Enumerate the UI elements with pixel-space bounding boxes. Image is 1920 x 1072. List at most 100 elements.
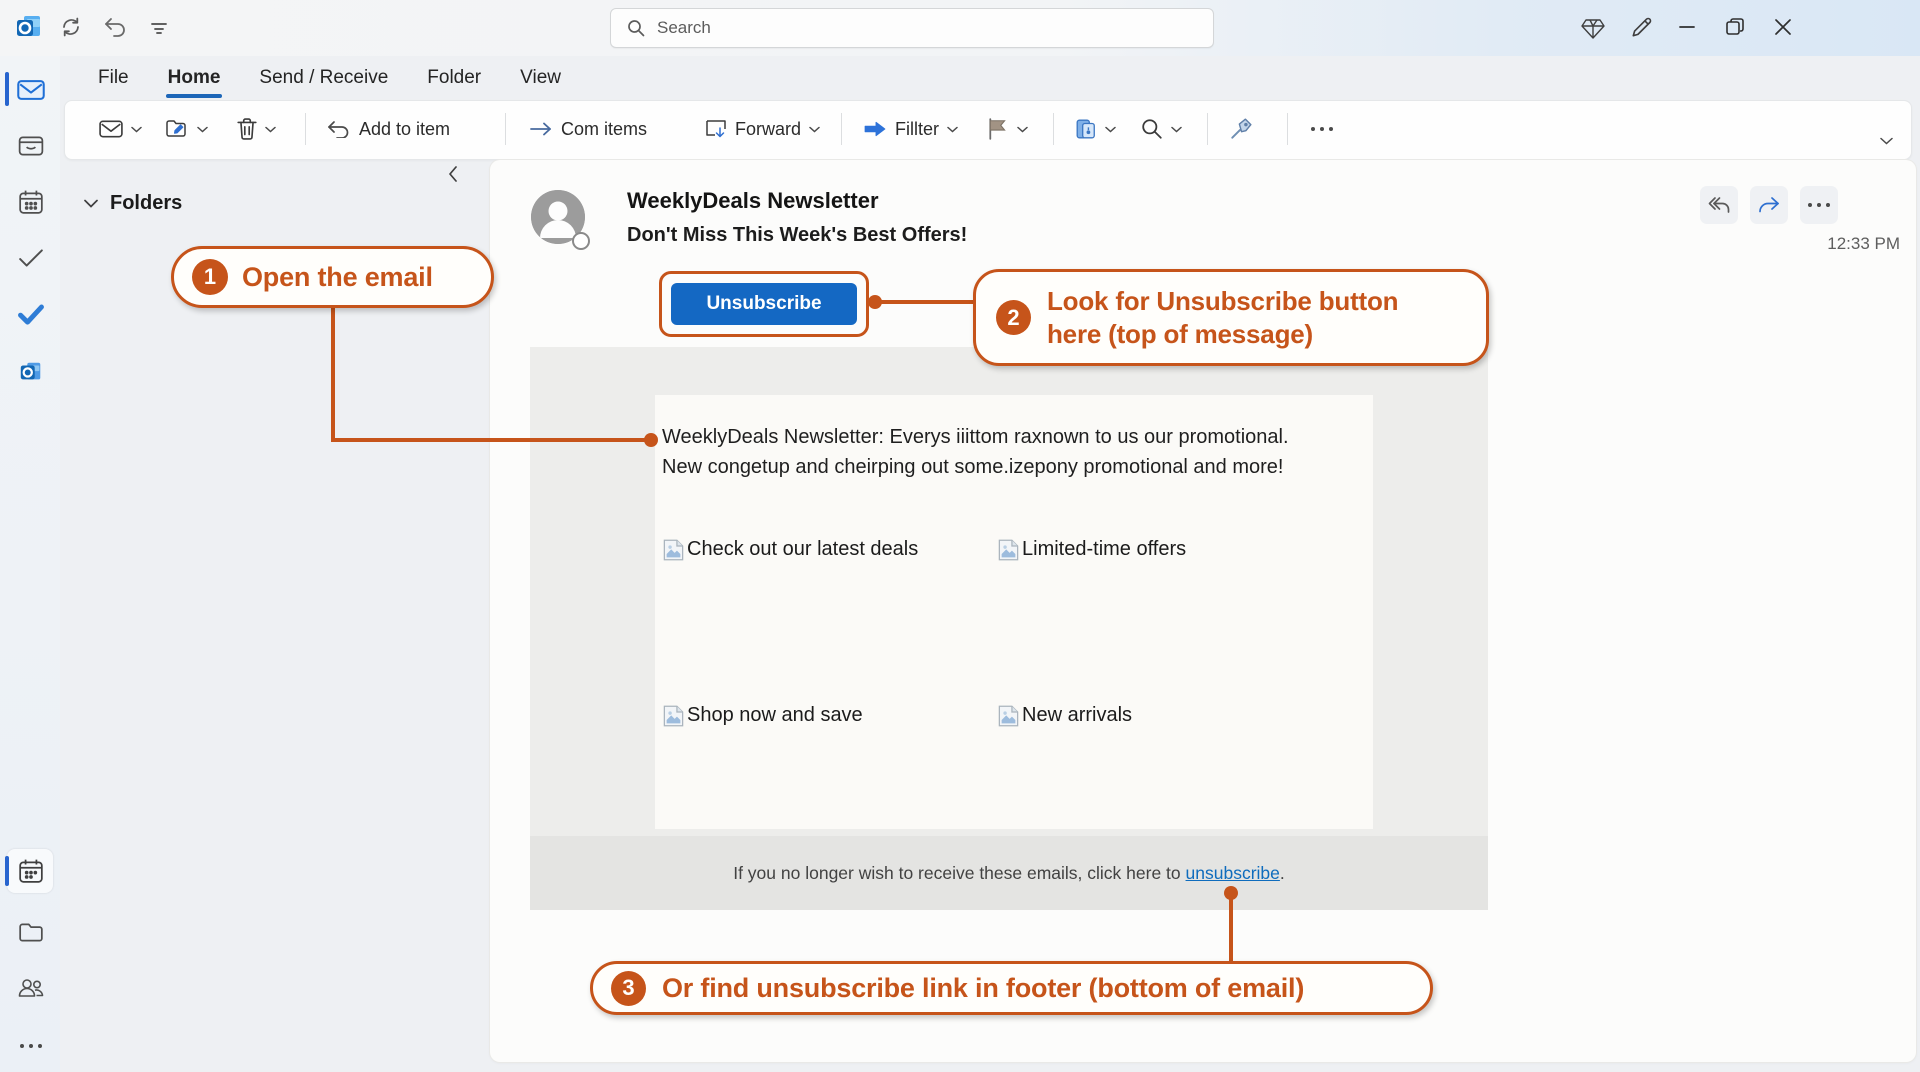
sidebar-item-archive[interactable] [8,124,54,168]
broken-image-placeholder[interactable]: Check out our latest deals [662,538,918,562]
outlook-window: Search File Home Send / Receiv [0,0,1920,1072]
new-mail-button[interactable] [99,101,142,157]
step-number: 1 [192,259,228,295]
connector-line [878,300,974,304]
folder-edit-icon [165,118,189,140]
placeholder-alt-text: Limited-time offers [1022,538,1186,561]
chevron-down-icon [265,126,276,133]
magnifier-icon [1141,118,1163,140]
search-icon [627,19,645,37]
menu-folder[interactable]: Folder [421,63,487,93]
menu-file[interactable]: File [92,63,135,93]
broken-image-icon [662,538,685,562]
outlook-app-icon[interactable] [14,12,44,42]
sidebar-item-tasks[interactable] [8,236,54,280]
sidebar-item-outlook-apps[interactable] [8,350,54,394]
presence-indicator [572,232,590,250]
chevron-down-icon [131,126,142,133]
forward-label: Forward [735,119,801,140]
edit-pencil-icon[interactable] [1626,13,1656,43]
add-to-item-label: Add to item [359,119,450,140]
broken-image-icon [997,538,1020,562]
unsubscribe-link[interactable]: unsubscribe [1186,863,1280,883]
menu-view[interactable]: View [514,63,567,93]
chevron-down-icon [1017,126,1028,133]
message-more-actions-button[interactable] [1800,186,1838,224]
sidebar-item-mail[interactable] [8,68,54,112]
read-aloud-button[interactable] [1229,101,1253,157]
move-to-folder-button[interactable] [165,101,208,157]
folders-title-label: Folders [110,192,182,215]
sidebar-item-todo[interactable] [8,292,54,336]
menu-send-receive[interactable]: Send / Receive [253,63,394,93]
toolbar-divider [1207,113,1208,145]
chevron-down-icon [809,126,820,133]
customize-quick-access-icon[interactable] [144,12,174,42]
connector-line [1229,893,1233,963]
sync-icon[interactable] [56,12,86,42]
placeholder-alt-text: New arrivals [1022,704,1132,727]
flag-button[interactable] [987,101,1028,157]
connector-dot [644,433,658,447]
folders-header[interactable]: Folders [84,192,182,215]
send-to-device-button[interactable] [1075,101,1116,157]
message-subject: Don't Miss This Week's Best Offers! [627,224,967,247]
broken-image-icon [662,704,685,728]
add-to-item-button[interactable]: Add to item [327,101,450,157]
chevron-down-icon [84,199,98,208]
annotation-step-1: 1 Open the email [171,246,494,308]
step-label: Or find unsubscribe link in footer (bott… [662,973,1304,1004]
device-card-icon [1075,118,1097,140]
toolbar-divider [1053,113,1054,145]
search-input[interactable]: Search [610,8,1214,48]
email-footer: If you no longer wish to receive these e… [530,836,1488,910]
forward-button[interactable]: Forward [705,101,820,157]
filter-button[interactable]: Fillter [863,101,958,157]
sidebar-item-folders[interactable] [8,910,54,954]
chevron-down-icon [197,126,208,133]
title-bar: Search [0,0,1920,56]
sidebar-item-my-day[interactable] [8,849,54,893]
connector-dot [1224,886,1238,900]
collapse-ribbon-chevron[interactable] [1880,137,1893,145]
premium-diamond-icon[interactable] [1578,14,1608,44]
filter-label: Fillter [895,119,939,140]
flag-icon [987,118,1009,140]
step-number: 3 [611,971,646,1006]
undo-icon[interactable] [100,12,130,42]
broken-image-placeholder[interactable]: Limited-time offers [997,538,1186,562]
collapse-folder-pane-chevron[interactable] [448,166,458,182]
chevron-down-icon [1105,126,1116,133]
sidebar-item-calendar[interactable] [8,180,54,224]
broken-image-placeholder[interactable]: Shop now and save [662,704,863,728]
connector-line [331,438,648,442]
reply-all-button[interactable] [1700,186,1738,224]
toolbar-divider [505,113,506,145]
maximize-restore-button[interactable] [1720,12,1750,42]
more-commands-button[interactable] [1311,101,1333,157]
ellipsis-icon [20,1044,42,1048]
sidebar-item-people[interactable] [8,966,54,1010]
unsubscribe-button[interactable]: Unsubscribe [671,283,857,325]
close-button[interactable] [1768,12,1798,42]
com-items-button[interactable]: Com items [529,101,647,157]
annotation-step-3: 3 Or find unsubscribe link in footer (bo… [590,961,1433,1015]
forward-message-button[interactable] [1750,186,1788,224]
toolbar-divider [305,113,306,145]
blue-arrow-icon [863,121,887,137]
sidebar-more-apps-button[interactable] [8,1024,54,1068]
delete-button[interactable] [237,101,276,157]
ribbon-toolbar: Add to item Com items Forward [64,100,1912,160]
minimize-button[interactable] [1672,12,1702,42]
toolbar-divider [1287,113,1288,145]
chevron-down-icon [947,126,958,133]
email-body-paragraph: WeeklyDeals Newsletter: Everys iiittom r… [662,422,1314,482]
ellipsis-icon [1311,127,1333,131]
placeholder-alt-text: Shop now and save [687,704,863,727]
search-tools-button[interactable] [1141,101,1182,157]
footer-text-period: . [1280,863,1285,883]
ink-pen-icon [1229,117,1253,141]
broken-image-placeholder[interactable]: New arrivals [997,704,1132,728]
step-label: Look for Unsubscribe button here (top of… [1047,285,1457,351]
menu-home[interactable]: Home [162,63,227,93]
